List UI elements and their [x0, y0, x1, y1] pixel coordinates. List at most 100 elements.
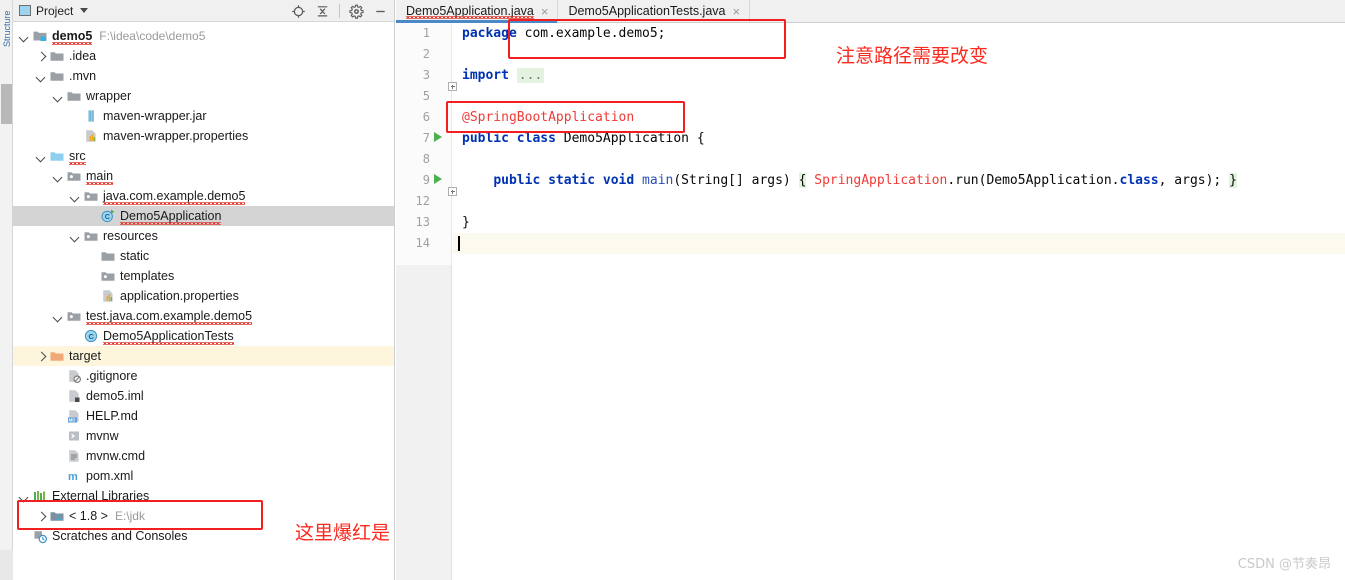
tree-row[interactable]: .gitignore	[13, 366, 394, 386]
tree-row[interactable]: C Demo5ApplicationTests	[13, 326, 394, 346]
structure-tool-label[interactable]: Structure	[2, 10, 12, 47]
class-name: Demo5Application	[563, 131, 689, 146]
project-title-group[interactable]: Project	[19, 4, 89, 18]
folder-icon	[66, 88, 82, 104]
collapse-all-icon[interactable]	[315, 4, 330, 19]
properties-icon	[100, 288, 116, 304]
tree-row-label: Demo5ApplicationTests	[103, 329, 234, 345]
close-icon[interactable]: ×	[732, 5, 740, 18]
svg-text:MD: MD	[69, 418, 76, 423]
collapsed-imports[interactable]: ...	[516, 68, 545, 83]
chevron-down-icon[interactable]	[53, 91, 64, 102]
locate-icon[interactable]	[291, 4, 306, 19]
tree-row[interactable]: src	[13, 146, 394, 166]
code-line: 3 import ...	[396, 65, 1345, 91]
note-package-path: 注意路径需要改变	[836, 45, 989, 67]
source-root-icon	[66, 168, 82, 184]
tree-row[interactable]: External Libraries	[13, 486, 394, 506]
tree-row[interactable]: test.java.com.example.demo5	[13, 306, 394, 326]
tree-row[interactable]: MD HELP.md	[13, 406, 394, 426]
line-number: 1	[422, 26, 430, 40]
tree-row-label: External Libraries	[52, 489, 150, 503]
tree-row[interactable]: target	[13, 346, 394, 366]
test-root-icon	[66, 308, 82, 324]
tree-row-label: demo5	[52, 29, 93, 45]
jdk-icon	[49, 508, 65, 524]
project-panel-header: Project	[13, 0, 394, 22]
chevron-down-icon[interactable]	[80, 8, 89, 13]
tree-row-subtext: F:\idea\code\demo5	[99, 29, 206, 43]
code-text: import ...	[462, 65, 545, 86]
source-root-icon	[83, 188, 99, 204]
run-gutter[interactable]	[430, 170, 445, 191]
tree-row-label: .gitignore	[86, 369, 138, 383]
tree-row[interactable]: .mvn	[13, 66, 394, 86]
code-line: 7 public class Demo5Application {	[396, 128, 1345, 149]
keyword-public: public	[493, 173, 541, 188]
gear-icon[interactable]	[349, 4, 364, 19]
code-line: 12	[396, 191, 1345, 212]
close-icon[interactable]: ×	[541, 5, 549, 18]
tree-row-label: resources	[103, 229, 158, 243]
tree-row[interactable]: maven-wrapper.jar	[13, 106, 394, 126]
springboot-annotation: @SpringBootApplication	[462, 110, 635, 125]
run-triangle-icon[interactable]	[433, 132, 442, 142]
tree-row[interactable]: .idea	[13, 46, 394, 66]
code-line: 9 public static void main(String[] args)…	[396, 170, 1345, 196]
tree-row[interactable]: templates	[13, 266, 394, 286]
tree-row[interactable]: maven-wrapper.properties	[13, 126, 394, 146]
tree-row[interactable]: application.properties	[13, 286, 394, 306]
tree-row[interactable]: wrapper	[13, 86, 394, 106]
iml-icon	[66, 388, 82, 404]
chevron-down-icon[interactable]	[36, 151, 47, 162]
tree-row[interactable]: m pom.xml	[13, 466, 394, 486]
project-tree[interactable]: demo5 F:\idea\code\demo5 .idea .mvn wrapper m…	[13, 22, 394, 580]
left-tool-strip: Structure	[0, 0, 13, 580]
java-class-run-icon: C	[100, 208, 116, 224]
chevron-right-icon[interactable]	[36, 351, 47, 362]
tree-row[interactable]: demo5.iml	[13, 386, 394, 406]
chevron-down-icon[interactable]	[70, 231, 81, 242]
project-panel-toolbar	[291, 0, 388, 22]
chevron-right-icon[interactable]	[36, 51, 47, 62]
tree-row-label: application.properties	[120, 289, 239, 303]
maven-icon: m	[66, 468, 82, 484]
tree-row[interactable]: demo5 F:\idea\code\demo5	[13, 26, 394, 46]
tree-row[interactable]: main	[13, 166, 394, 186]
package-name: com.example.demo5;	[516, 26, 666, 41]
keyword-public: public	[462, 131, 509, 146]
chevron-down-icon[interactable]	[53, 171, 64, 182]
svg-text:m: m	[68, 471, 78, 483]
chevron-down-icon[interactable]	[19, 31, 30, 42]
tree-row[interactable]: resources	[13, 226, 394, 246]
minimize-icon[interactable]	[373, 4, 388, 19]
tree-row-label: static	[120, 249, 150, 263]
editor-tab[interactable]: Demo5Application.java ×	[396, 0, 559, 23]
chevron-down-icon[interactable]	[36, 71, 47, 82]
line-number: 7	[422, 131, 430, 145]
tree-row[interactable]: C Demo5Application	[13, 206, 394, 226]
run-triangle-icon[interactable]	[433, 174, 442, 184]
code-editor[interactable]: 1 package com.example.demo5; 2 3 import …	[396, 23, 1345, 580]
chevron-down-icon[interactable]	[53, 311, 64, 322]
code-line: 13 }	[396, 212, 1345, 233]
project-tool-button[interactable]	[1, 84, 12, 124]
chevron-right-icon[interactable]	[36, 511, 47, 522]
chevron-down-icon[interactable]	[19, 491, 30, 502]
tree-row[interactable]: java.com.example.demo5	[13, 186, 394, 206]
code-line: 5	[396, 86, 1345, 107]
tree-row-label: wrapper	[86, 89, 132, 103]
code-line: 8	[396, 149, 1345, 170]
tree-row[interactable]: static	[13, 246, 394, 266]
folder-icon	[49, 68, 65, 84]
line-number: 8	[422, 152, 430, 166]
cmd-script-icon	[66, 448, 82, 464]
run-gutter[interactable]	[430, 128, 445, 149]
tree-row[interactable]: mvnw	[13, 426, 394, 446]
tree-row[interactable]: mvnw.cmd	[13, 446, 394, 466]
chevron-down-icon[interactable]	[70, 191, 81, 202]
editor-tab[interactable]: Demo5ApplicationTests.java ×	[558, 0, 751, 22]
toolbar-separator	[339, 4, 340, 18]
